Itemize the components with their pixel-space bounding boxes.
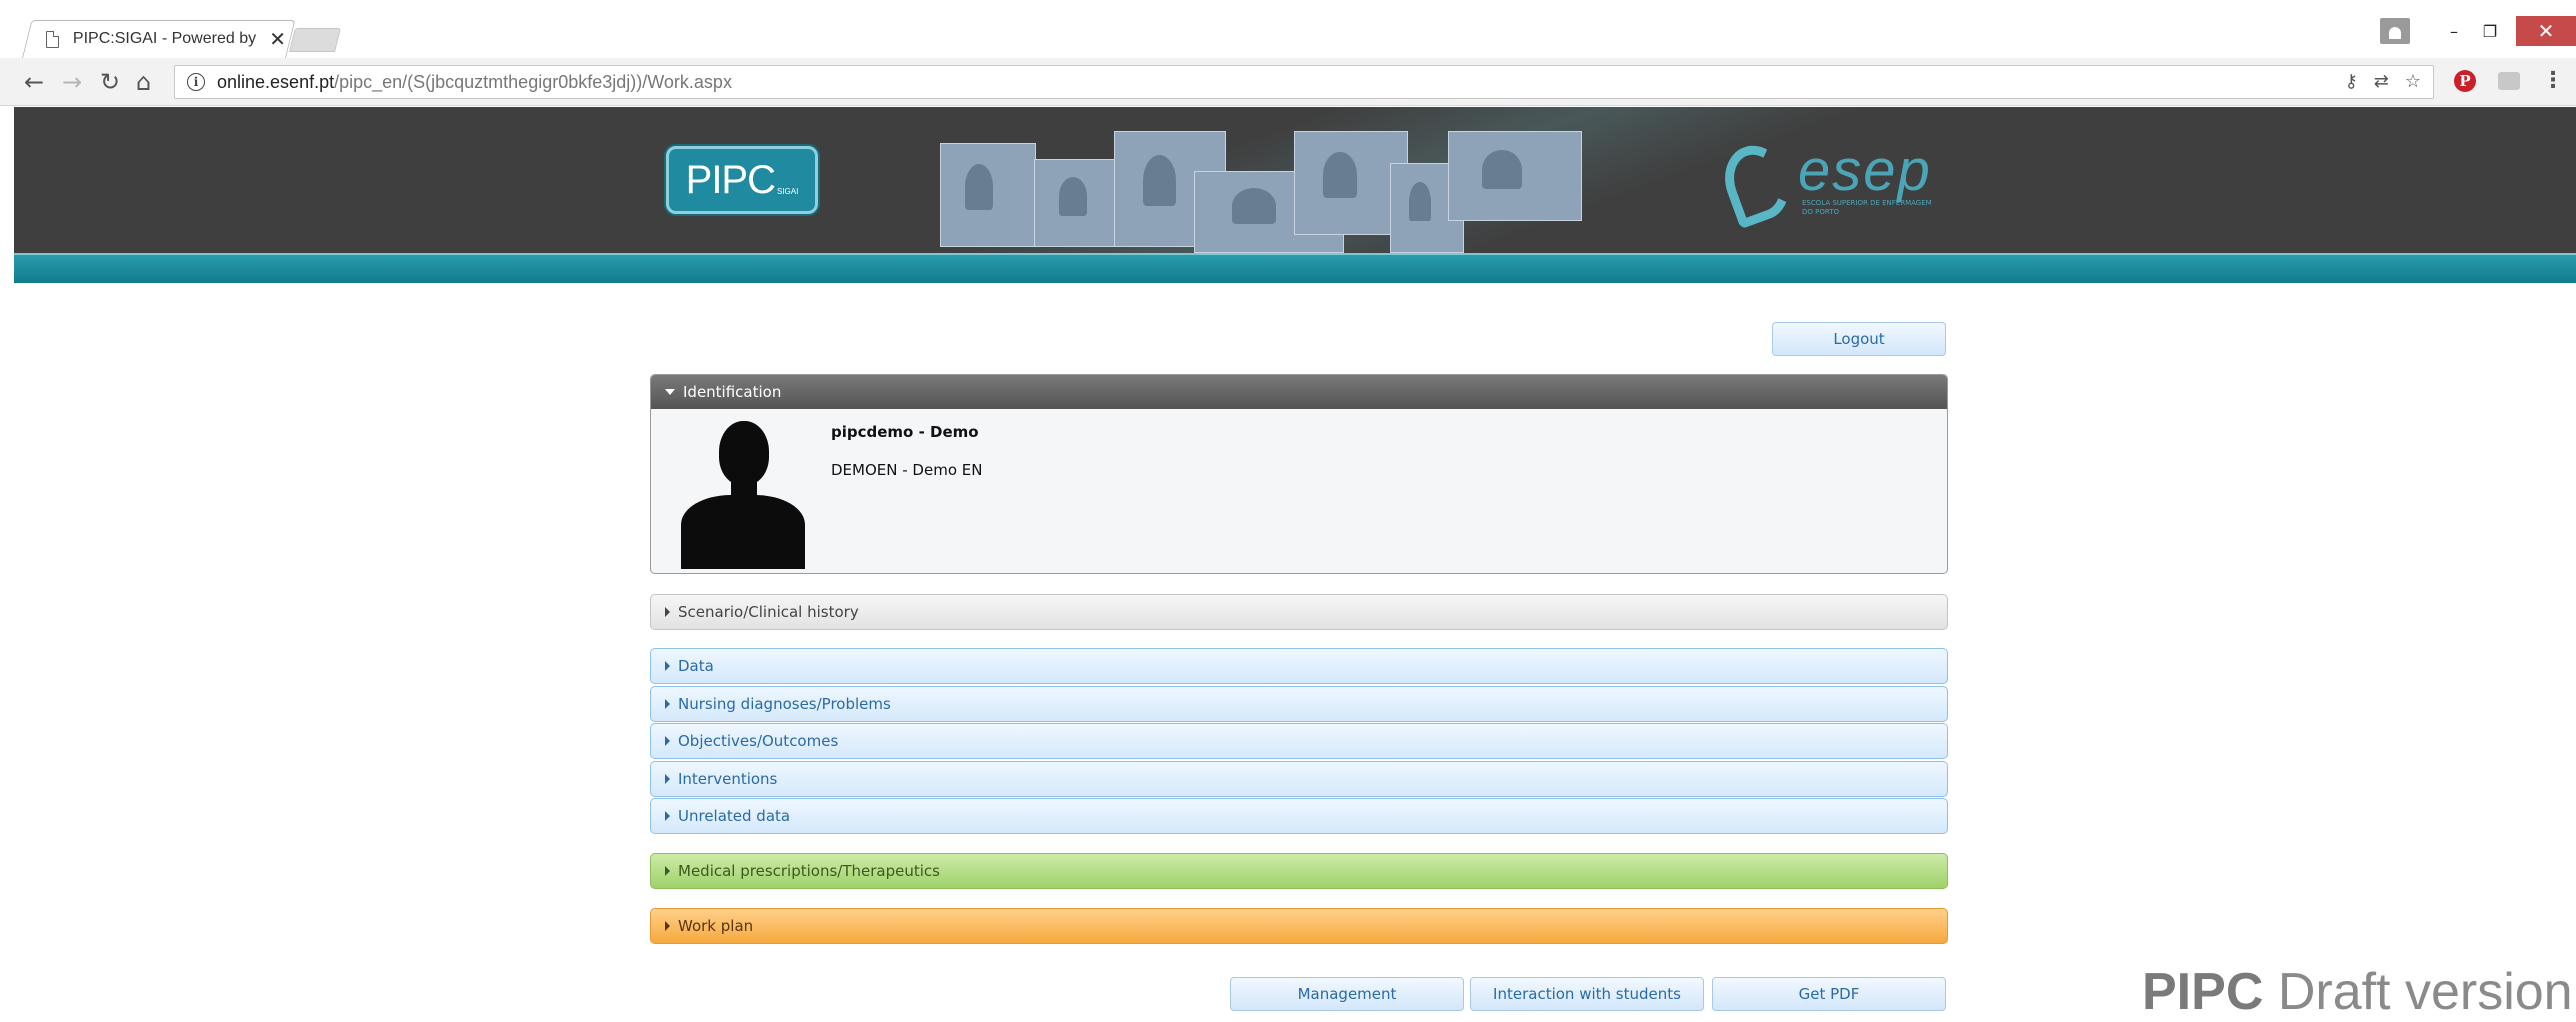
section-data[interactable]: Data — [650, 648, 1948, 684]
esep-mark-icon — [1714, 136, 1800, 230]
identification-header[interactable]: Identification — [651, 375, 1947, 409]
collapsed-triangle-icon — [665, 607, 670, 617]
logo-text: PIPC — [685, 157, 776, 202]
collapsed-triangle-icon — [665, 866, 670, 876]
header-photo — [1448, 131, 1582, 221]
section-scenario[interactable]: Scenario/Clinical history — [650, 594, 1948, 630]
tab-title: PIPC:SIGAI - Powered by — [72, 30, 257, 47]
close-window-button[interactable]: ✕ — [2516, 16, 2576, 46]
reload-icon[interactable]: ↻ — [100, 68, 120, 96]
section-objectives-header: Objectives/Outcomes — [651, 724, 1947, 758]
draft-watermark: PIPC Draft version — [2142, 962, 2573, 1022]
get-pdf-button[interactable]: Get PDF — [1712, 977, 1946, 1011]
collapsed-triangle-icon — [665, 811, 670, 821]
section-diagnoses-label: Nursing diagnoses/Problems — [678, 695, 891, 713]
profile-icon[interactable] — [2380, 18, 2410, 44]
url-host: online.esenf.pt — [217, 71, 335, 92]
expanded-triangle-icon — [665, 389, 675, 395]
tab-close-icon[interactable]: ✕ — [269, 29, 286, 49]
user-avatar-icon — [681, 421, 805, 569]
translate-icon[interactable]: ⇄ — [2374, 71, 2389, 92]
page-icon — [46, 30, 59, 48]
collapsed-triangle-icon — [665, 699, 670, 709]
watermark-bold: PIPC — [2142, 963, 2264, 1021]
restore-button[interactable]: ❐ — [2472, 16, 2508, 46]
collapsed-triangle-icon — [665, 774, 670, 784]
esep-logo[interactable]: esep ESCOLA SUPERIOR DE ENFERMAGEM DO PO… — [1714, 136, 1978, 230]
collapsed-triangle-icon — [665, 921, 670, 931]
section-diagnoses-header: Nursing diagnoses/Problems — [651, 687, 1947, 721]
window-controls: – ❐ ✕ — [2380, 16, 2576, 46]
section-interventions-header: Interventions — [651, 762, 1947, 796]
section-scenario-header: Scenario/Clinical history — [651, 595, 1947, 629]
section-medical-header: Medical prescriptions/Therapeutics — [651, 854, 1947, 888]
logout-button[interactable]: Logout — [1772, 322, 1946, 356]
browser-tab-content[interactable]: PIPC:SIGAI - Powered by ✕ — [30, 20, 286, 58]
home-icon[interactable]: ⌂ — [136, 68, 151, 96]
key-icon[interactable]: ⚷ — [2345, 71, 2358, 92]
section-interventions-label: Interventions — [678, 770, 778, 788]
site-header: PIPC SIGAI esep ESCOLA SUPERIOR DE ENFERM… — [14, 107, 2576, 253]
section-unrelated-label: Unrelated data — [678, 807, 791, 825]
site-info-icon[interactable]: i — [187, 73, 205, 91]
esep-logo-text: esep — [1798, 138, 1932, 203]
url-text[interactable]: online.esenf.pt/pipc_en/(S(jbcquztmthegi… — [217, 72, 732, 93]
minimize-button[interactable]: – — [2436, 16, 2472, 46]
section-unrelated-data[interactable]: Unrelated data — [650, 798, 1948, 834]
esep-logo-subtitle: ESCOLA SUPERIOR DE ENFERMAGEM DO PORTO — [1802, 199, 1932, 216]
url-path: /pipc_en/(S(jbcquztmthegigr0bkfe3jdj))/W… — [334, 71, 732, 92]
section-scenario-label: Scenario/Clinical history — [678, 603, 859, 621]
section-unrelated-header: Unrelated data — [651, 799, 1947, 833]
identification-title: Identification — [683, 383, 782, 401]
extension-icons: P ⋮ — [2454, 70, 2564, 92]
browser-toolbar: ← → ↻ ⌂ i online.esenf.pt/pipc_en/(S(jbc… — [0, 58, 2576, 106]
user-name: pipcdemo - Demo — [831, 423, 979, 441]
address-bar[interactable]: i online.esenf.pt/pipc_en/(S(jbcquztmthe… — [174, 65, 2434, 99]
collapsed-triangle-icon — [665, 661, 670, 671]
interaction-with-students-button[interactable]: Interaction with students — [1470, 977, 1704, 1011]
forward-arrow-icon[interactable]: → — [62, 68, 82, 96]
pinterest-icon[interactable]: P — [2454, 70, 2476, 92]
user-organization: DEMOEN - Demo EN — [831, 461, 983, 479]
back-arrow-icon[interactable]: ← — [24, 68, 44, 96]
section-objectives[interactable]: Objectives/Outcomes — [650, 723, 1948, 759]
watermark-rest: Draft version — [2263, 963, 2573, 1021]
management-button[interactable]: Management — [1230, 977, 1464, 1011]
browser-tabstrip: PIPC:SIGAI - Powered by ✕ – ❐ ✕ — [0, 0, 2576, 58]
section-medical-prescriptions[interactable]: Medical prescriptions/Therapeutics — [650, 853, 1948, 889]
section-work-plan[interactable]: Work plan — [650, 908, 1948, 944]
section-data-header: Data — [651, 649, 1947, 683]
section-objectives-label: Objectives/Outcomes — [678, 732, 839, 750]
identification-panel: Identification pipcdemo - Demo DEMOEN - … — [650, 374, 1948, 574]
logo-sub: SIGAI — [777, 186, 799, 196]
section-data-label: Data — [678, 657, 714, 675]
header-photo — [940, 143, 1036, 247]
bookmark-star-icon[interactable]: ☆ — [2405, 71, 2421, 92]
pipc-logo[interactable]: PIPC SIGAI — [666, 146, 818, 214]
section-nursing-diagnoses[interactable]: Nursing diagnoses/Problems — [650, 686, 1948, 722]
section-workplan-header: Work plan — [651, 909, 1947, 943]
extension-icon[interactable] — [2498, 72, 2520, 90]
section-interventions[interactable]: Interventions — [650, 761, 1948, 797]
browser-menu-icon[interactable]: ⋮ — [2542, 70, 2564, 92]
new-tab-button[interactable] — [289, 28, 341, 52]
section-workplan-label: Work plan — [678, 917, 754, 935]
collapsed-triangle-icon — [665, 736, 670, 746]
header-band — [14, 253, 2576, 283]
omnibox-actions: ⚷ ⇄ ☆ — [2345, 71, 2421, 92]
section-medical-label: Medical prescriptions/Therapeutics — [678, 862, 940, 880]
